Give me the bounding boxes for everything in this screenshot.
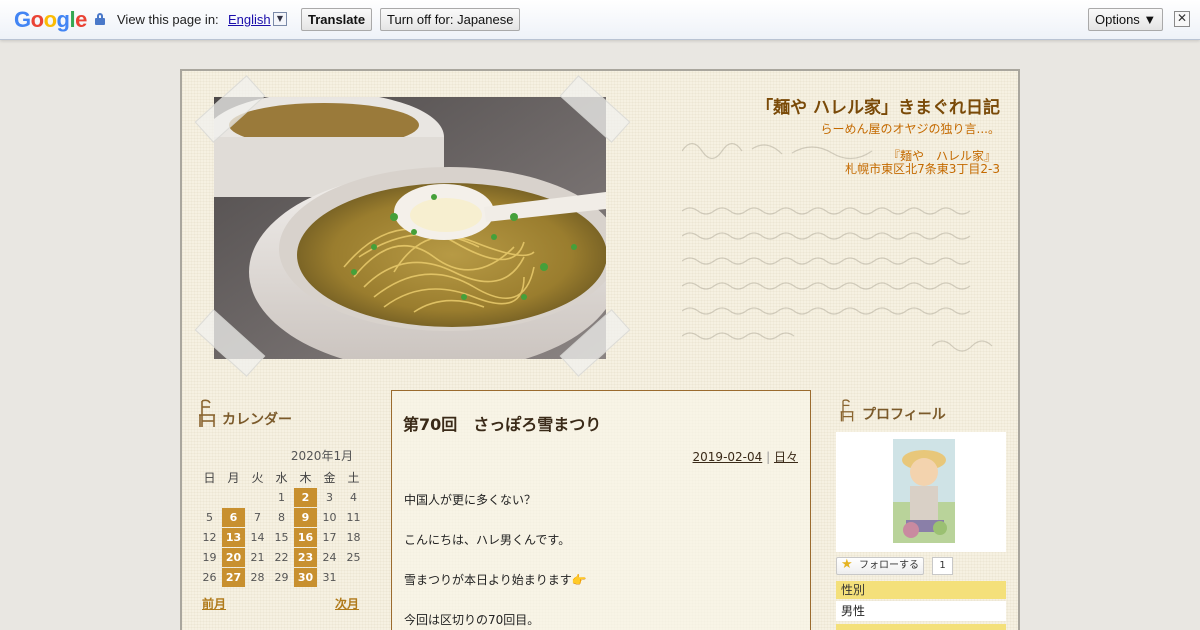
calendar-day: 15 <box>274 531 289 544</box>
calendar-day: 8 <box>278 511 285 524</box>
post-line: 今回は区切りの70回目。 <box>404 613 540 627</box>
calendar-day: 10 <box>322 511 337 524</box>
calendar-day: 3 <box>326 491 333 504</box>
calendar-day[interactable]: 6 <box>222 508 245 527</box>
blog-title[interactable]: 「麺や ハレル家」きまぐれ日記 <box>756 93 1000 118</box>
calendar-day: 19 <box>202 551 217 564</box>
view-page-in-label: View this page in: <box>117 12 219 27</box>
post-date-link[interactable]: 2019-02-04 <box>693 450 763 464</box>
lock-icon <box>95 13 105 25</box>
calendar-day: 22 <box>274 551 289 564</box>
calendar-day: 24 <box>322 551 337 564</box>
calendar-heading: カレンダー <box>222 412 292 428</box>
calendar-day: 28 <box>250 571 265 584</box>
dropdown-arrow-icon[interactable]: ▼ <box>273 12 287 26</box>
follow-label: フォローする <box>859 560 919 571</box>
calendar-day[interactable]: 9 <box>294 508 317 527</box>
calendar-day: 21 <box>250 551 265 564</box>
calendar-day[interactable]: 2 <box>294 488 317 507</box>
profile-heading: プロフィール <box>862 407 946 423</box>
options-button[interactable]: Options ▼ <box>1088 8 1164 31</box>
translate-button[interactable]: Translate <box>301 8 373 31</box>
calendar-day: 25 <box>346 551 361 564</box>
post-line: 雪まつりが本日より始まります👉 <box>404 573 587 587</box>
calendar-day: 4 <box>350 491 357 504</box>
calendar-day: 11 <box>346 511 361 524</box>
post-title[interactable]: 第70回 さっぽろ雪まつり <box>403 411 601 435</box>
blog-post: 第70回 さっぽろ雪まつり 2019-02-04 | 日々 中国人が更に多くない… <box>391 390 811 630</box>
gender-label: 性別 <box>836 581 1006 599</box>
calendar-month: 2020年1月 <box>290 449 354 463</box>
post-meta: 2019-02-04 | 日々 <box>693 448 798 465</box>
star-icon: ★ <box>841 557 853 572</box>
ramen-photo <box>214 97 606 359</box>
calendar-day[interactable]: 13 <box>222 528 245 547</box>
calendar-day <box>198 488 221 507</box>
calendar-weekday: 日 <box>203 471 216 485</box>
blog-frame: 「麺や ハレル家」きまぐれ日記 らーめん屋のオヤジの独り言...。 『麺や ハレ… <box>180 69 1020 630</box>
avatar[interactable] <box>836 432 1006 552</box>
profile-next-label <box>836 624 1006 630</box>
close-icon[interactable]: ✕ <box>1174 11 1190 27</box>
follow-button[interactable]: ★ フォローする <box>836 557 924 575</box>
chair-icon <box>199 399 215 427</box>
post-category-link[interactable]: 日々 <box>774 450 798 464</box>
calendar-day[interactable]: 16 <box>294 528 317 547</box>
calendar-weekday: 金 <box>323 471 336 485</box>
calendar-weekday: 木 <box>299 471 312 485</box>
calendar-day: 31 <box>322 571 337 584</box>
calendar-day <box>342 568 365 587</box>
language-select[interactable]: English <box>228 12 271 27</box>
calendar-weekday: 月 <box>227 471 240 485</box>
calendar-day: 18 <box>346 531 361 544</box>
calendar-day: 7 <box>254 511 261 524</box>
calendar-grid: 日月火水木金土 1 2 3 4 5 6 7 8 9 10 11 12 13 14 15 16 17 18 19 20 21… <box>197 467 366 588</box>
meta-separator: | <box>766 450 771 464</box>
follow-count: 1 <box>932 557 953 575</box>
calendar-day: 12 <box>202 531 217 544</box>
chair-icon <box>840 399 854 422</box>
calendar-day: 1 <box>278 491 285 504</box>
blog-subtitle: らーめん屋のオヤジの独り言...。 <box>820 122 1000 136</box>
shop-address: 札幌市東区北7条東3丁目2-3 <box>845 162 1000 176</box>
calendar-day[interactable]: 20 <box>222 548 245 567</box>
calendar-day[interactable]: 27 <box>222 568 245 587</box>
calendar-day: 14 <box>250 531 265 544</box>
calendar-day <box>246 488 269 507</box>
post-line: こんにちは、ハレ男くんです。 <box>404 533 571 547</box>
translate-bar: Google View this page in: English ▼ Tran… <box>0 0 1200 40</box>
calendar-day[interactable]: 23 <box>294 548 317 567</box>
calendar-weekday: 土 <box>347 471 360 485</box>
gender-value: 男性 <box>836 601 1006 621</box>
calendar-day[interactable]: 30 <box>294 568 317 587</box>
calendar-next-link[interactable]: 次月 <box>335 595 359 612</box>
post-line: 中国人が更に多くない？ <box>404 493 537 507</box>
calendar-day: 29 <box>274 571 289 584</box>
calendar-weekday: 水 <box>275 471 288 485</box>
calendar-weekday: 火 <box>251 471 264 485</box>
calendar-day: 26 <box>202 571 217 584</box>
calendar-day: 5 <box>206 511 213 524</box>
calendar-day: 17 <box>322 531 337 544</box>
calendar-day <box>222 488 245 507</box>
google-logo: Google <box>14 7 87 32</box>
calendar-prev-link[interactable]: 前月 <box>202 595 226 612</box>
turn-off-button[interactable]: Turn off for: Japanese <box>380 8 521 31</box>
